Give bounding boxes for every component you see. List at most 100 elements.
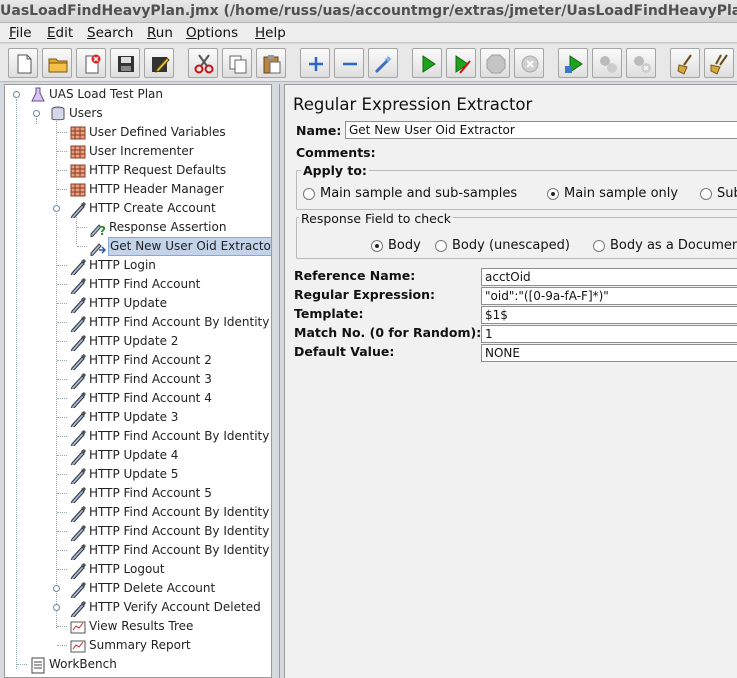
expand-handle[interactable] [13, 91, 20, 98]
sampler-icon [70, 373, 86, 389]
tree-connector [57, 360, 67, 361]
new-button[interactable] [8, 48, 38, 78]
remote-stop-icon [600, 56, 617, 73]
menu-help[interactable]: Help [255, 23, 286, 43]
toolbar [0, 44, 737, 82]
expand-handle[interactable] [53, 585, 60, 592]
radio-indicator [371, 240, 383, 252]
toggle-button[interactable] [368, 48, 398, 78]
expand-handle[interactable] [53, 205, 60, 212]
sampler-icon [70, 563, 86, 579]
default-value-field[interactable]: NONE [481, 344, 737, 362]
remote-start-button[interactable] [558, 48, 588, 78]
tree-connector [57, 284, 67, 285]
sampler-icon [70, 297, 86, 313]
sampler-icon [70, 449, 86, 465]
tree-connector [77, 227, 87, 228]
split-pane-divider[interactable] [272, 84, 282, 678]
radio-indicator [547, 188, 559, 200]
radio-indicator [700, 188, 712, 200]
tree-connector [57, 569, 67, 570]
listener-icon [70, 621, 86, 634]
menu-run[interactable]: Run [147, 23, 173, 43]
sampler-icon [70, 202, 86, 218]
wand-icon [374, 55, 392, 74]
menu-edit[interactable]: Edit [47, 23, 73, 43]
shutdown-button[interactable] [514, 48, 544, 78]
expand-handle[interactable] [53, 604, 60, 611]
tree-connector [57, 455, 67, 456]
stop-button[interactable] [480, 48, 510, 78]
comments-label: Comments: [296, 145, 376, 160]
cut-button[interactable] [188, 48, 218, 78]
clear-button[interactable] [670, 48, 700, 78]
panel-title: Regular Expression Extractor [293, 95, 533, 114]
radio-indicator [435, 240, 447, 252]
sampler-icon [70, 582, 86, 598]
sampler-icon [70, 278, 86, 294]
window-title: UasLoadFindHeavyPlan.jmx (/home/russ/uas… [0, 0, 737, 23]
tree-connector [57, 151, 67, 152]
expand-handle[interactable] [33, 110, 40, 117]
save-button[interactable] [110, 48, 140, 78]
clear-all-button[interactable] [704, 48, 734, 78]
plus-icon [309, 57, 323, 71]
tree-connector [76, 214, 77, 244]
tree-connector [57, 626, 67, 627]
expand-button[interactable] [300, 48, 330, 78]
shutdown-icon [521, 55, 539, 73]
name-field[interactable]: Get New User Oid Extractor [345, 121, 737, 139]
template-field[interactable]: $1$ [481, 306, 737, 324]
paste-button[interactable] [256, 48, 286, 78]
tree-connector [57, 303, 67, 304]
tree-connector [36, 118, 37, 124]
sampler-icon [70, 506, 86, 522]
tree-connector [57, 512, 67, 513]
reference-name-field[interactable]: acctOid [481, 268, 737, 286]
menu-options[interactable]: Options [186, 23, 238, 43]
match-no-field[interactable]: 1 [481, 325, 737, 343]
sampler-icon [70, 525, 86, 541]
tree-connector [57, 379, 67, 380]
open-button[interactable] [42, 48, 72, 78]
sampler-icon [70, 430, 86, 446]
collapse-button[interactable] [334, 48, 364, 78]
menu-search[interactable]: Search [87, 23, 133, 43]
copy-button[interactable] [222, 48, 252, 78]
play-icon [422, 55, 436, 73]
regular-expression-field[interactable]: "oid":"([0-9a-fA-F]*)" [481, 287, 737, 305]
broom-all-icon [710, 54, 728, 75]
config-icon [70, 145, 86, 159]
test-plan-tree[interactable]: UAS Load Test Plan Users User Defined Va… [4, 84, 272, 678]
menu-file[interactable]: File [9, 23, 32, 43]
tree-connector [17, 664, 27, 665]
start-button[interactable] [412, 48, 442, 78]
config-icon [70, 164, 86, 178]
match-no-label: Match No. (0 for Random): [294, 325, 482, 340]
name-label: Name: [296, 123, 342, 138]
close-button[interactable] [76, 48, 106, 78]
template-label: Template: [294, 306, 364, 321]
remote-shutdown-icon [634, 56, 651, 73]
tree-connector [57, 550, 67, 551]
save-as-button[interactable] [144, 48, 174, 78]
sampler-icon [70, 259, 86, 275]
tree-connector [57, 265, 67, 266]
tree-connector [77, 246, 87, 247]
tree-connector [57, 493, 67, 494]
remote-shutdown-button[interactable] [626, 48, 656, 78]
new-document-icon [17, 54, 32, 74]
response-field-legend: Response Field to check [299, 211, 453, 226]
sampler-icon [70, 335, 86, 351]
start-no-timers-button[interactable] [446, 48, 476, 78]
sampler-icon [70, 487, 86, 503]
reference-name-label: Reference Name: [294, 268, 416, 283]
tree-connector [57, 398, 67, 399]
tree-connector [57, 170, 67, 171]
sampler-icon [70, 316, 86, 332]
remote-stop-button[interactable] [592, 48, 622, 78]
edit-icon [152, 57, 170, 73]
close-document-icon [85, 54, 101, 74]
sampler-icon [70, 544, 86, 560]
tree-connector [56, 119, 57, 628]
